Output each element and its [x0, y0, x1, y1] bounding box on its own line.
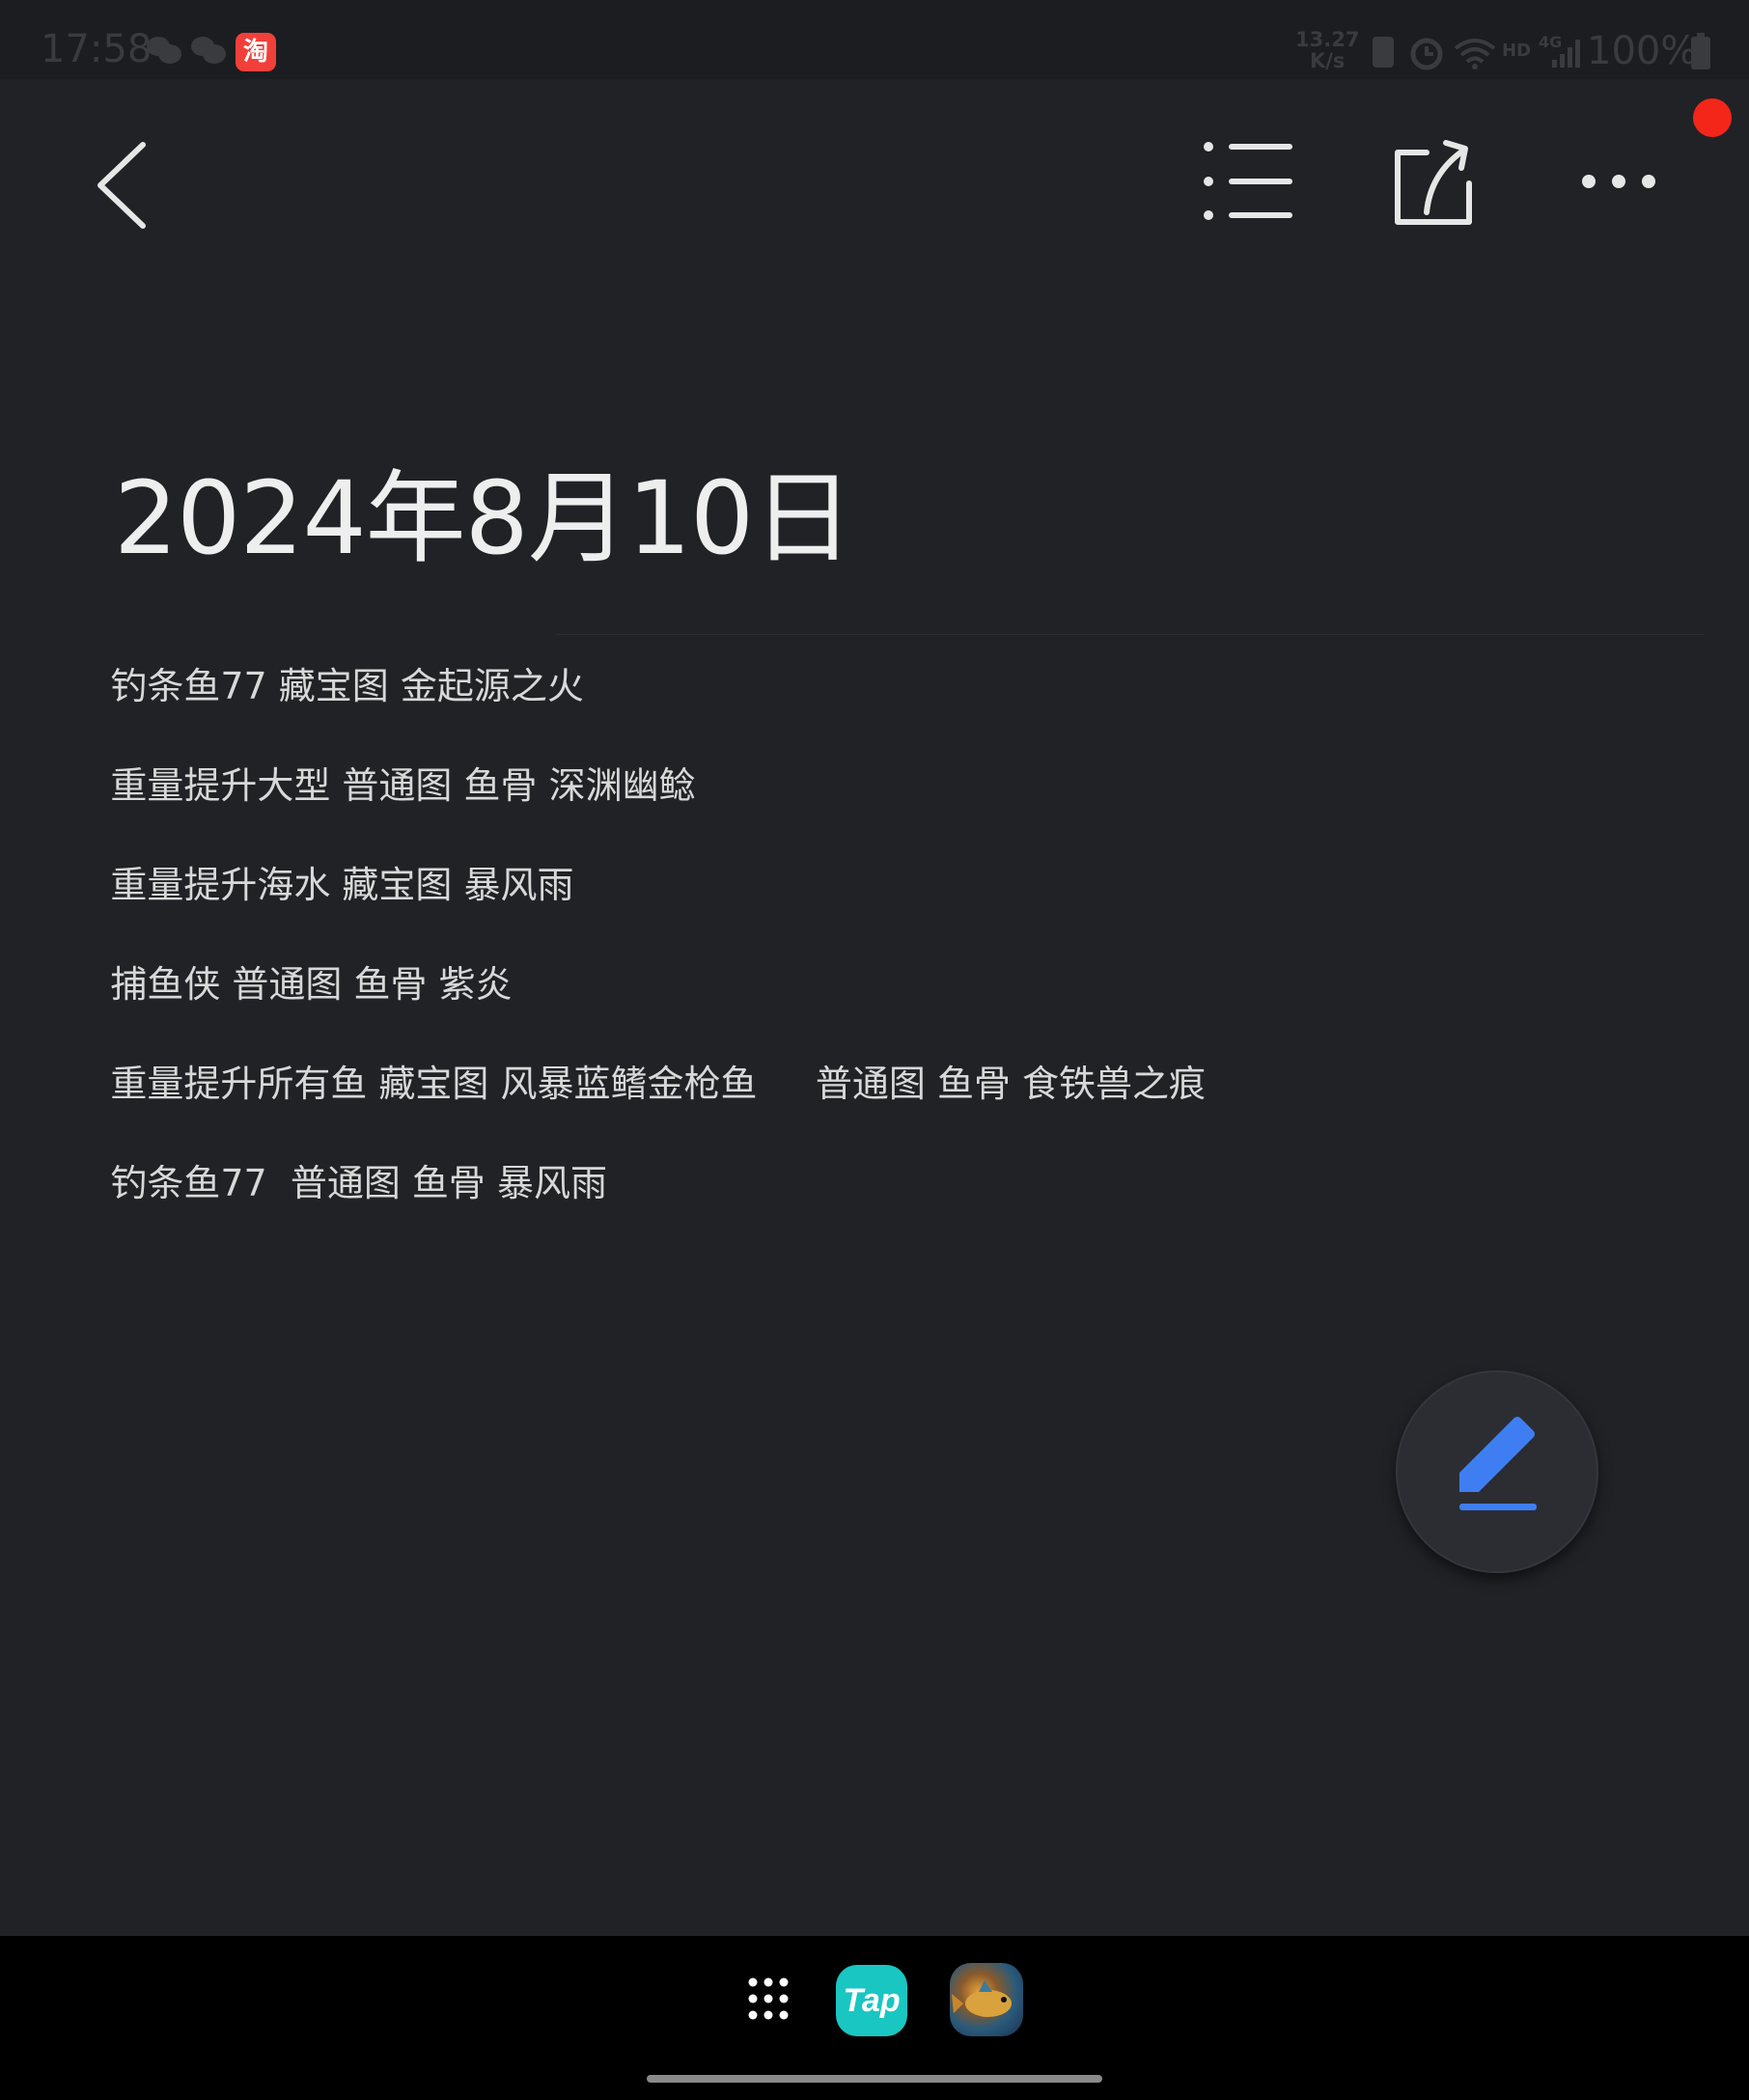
note-line[interactable]: 重量提升所有鱼 藏宝图 风暴蓝鳍金枪鱼 普通图 鱼骨 食铁兽之痕	[64, 1003, 1647, 1105]
battery-percent: 100%	[1587, 29, 1698, 73]
note-line-text: 重量提升大型 普通图 鱼骨 深渊幽鲶	[110, 764, 696, 807]
list-icon	[1204, 142, 1292, 220]
network-speed-value: 13.27	[1295, 28, 1360, 51]
wifi-icon	[1454, 39, 1496, 69]
edit-fab-button[interactable]	[1396, 1370, 1598, 1573]
note-line[interactable]: 钓条鱼77 藏宝图 金起源之火	[64, 605, 1705, 707]
note-title[interactable]: 2024年8月10日	[114, 436, 853, 582]
note-line-text: 钓条鱼77 藏宝图 金起源之火	[110, 665, 584, 707]
app-drawer-button[interactable]	[739, 1973, 807, 2031]
more-icon	[1582, 175, 1655, 188]
edit-pen-icon	[1459, 1417, 1537, 1510]
back-arrow-icon	[97, 142, 146, 229]
back-button[interactable]	[87, 135, 164, 232]
status-time: 17:58	[41, 27, 153, 71]
taptap-icon[interactable]: Tap	[836, 1965, 907, 2036]
network-speed: 13.27 K/s	[1295, 29, 1359, 71]
note-line[interactable]: 钓条鱼77 普通图 鱼骨 暴风雨	[64, 1102, 1647, 1204]
notification-dot	[1693, 98, 1732, 137]
wechat-icon	[191, 37, 226, 64]
note-line[interactable]: 重量提升大型 普通图 鱼骨 深渊幽鲶	[64, 705, 1647, 807]
note-line-text: 重量提升所有鱼 藏宝图 风暴蓝鳍金枪鱼 普通图 鱼骨 食铁兽之痕	[110, 1063, 1207, 1105]
share-button[interactable]	[1388, 135, 1475, 232]
sim-icon	[1373, 37, 1394, 68]
app-drawer-icon	[748, 1977, 789, 2020]
divider	[556, 634, 1705, 635]
note-line[interactable]: 捕鱼侠 普通图 鱼骨 紫炎	[64, 903, 1647, 1006]
status-bar: 17:58 淘 13.27 K/s HD 4G 100%	[0, 0, 1749, 79]
signal-icon	[1552, 40, 1580, 68]
note-line-text: 重量提升海水 藏宝图 暴风雨	[110, 864, 574, 906]
fish-graphic	[952, 1980, 1012, 2017]
note-line-text: 钓条鱼77 普通图 鱼骨 暴风雨	[110, 1162, 607, 1204]
share-icon	[1395, 140, 1472, 225]
fishing-game-icon[interactable]	[950, 1963, 1023, 2036]
battery-icon	[1691, 33, 1710, 69]
more-button[interactable]	[1575, 154, 1662, 212]
taobao-icon: 淘	[236, 33, 276, 71]
note-line-text: 捕鱼侠 普通图 鱼骨 紫炎	[110, 963, 513, 1006]
note-line[interactable]: 重量提升海水 藏宝图 暴风雨	[64, 804, 1647, 906]
network-speed-unit: K/s	[1309, 49, 1346, 72]
note-body[interactable]: 钓条鱼77 藏宝图 金起源之火 重量提升大型 普通图 鱼骨 深渊幽鲶 重量提升海…	[64, 605, 1705, 1204]
home-indicator[interactable]	[647, 2075, 1102, 2083]
wechat-icon	[147, 37, 181, 64]
hd-label: HD	[1502, 41, 1532, 61]
alarm-icon	[1410, 38, 1443, 70]
outline-button[interactable]	[1197, 135, 1293, 232]
